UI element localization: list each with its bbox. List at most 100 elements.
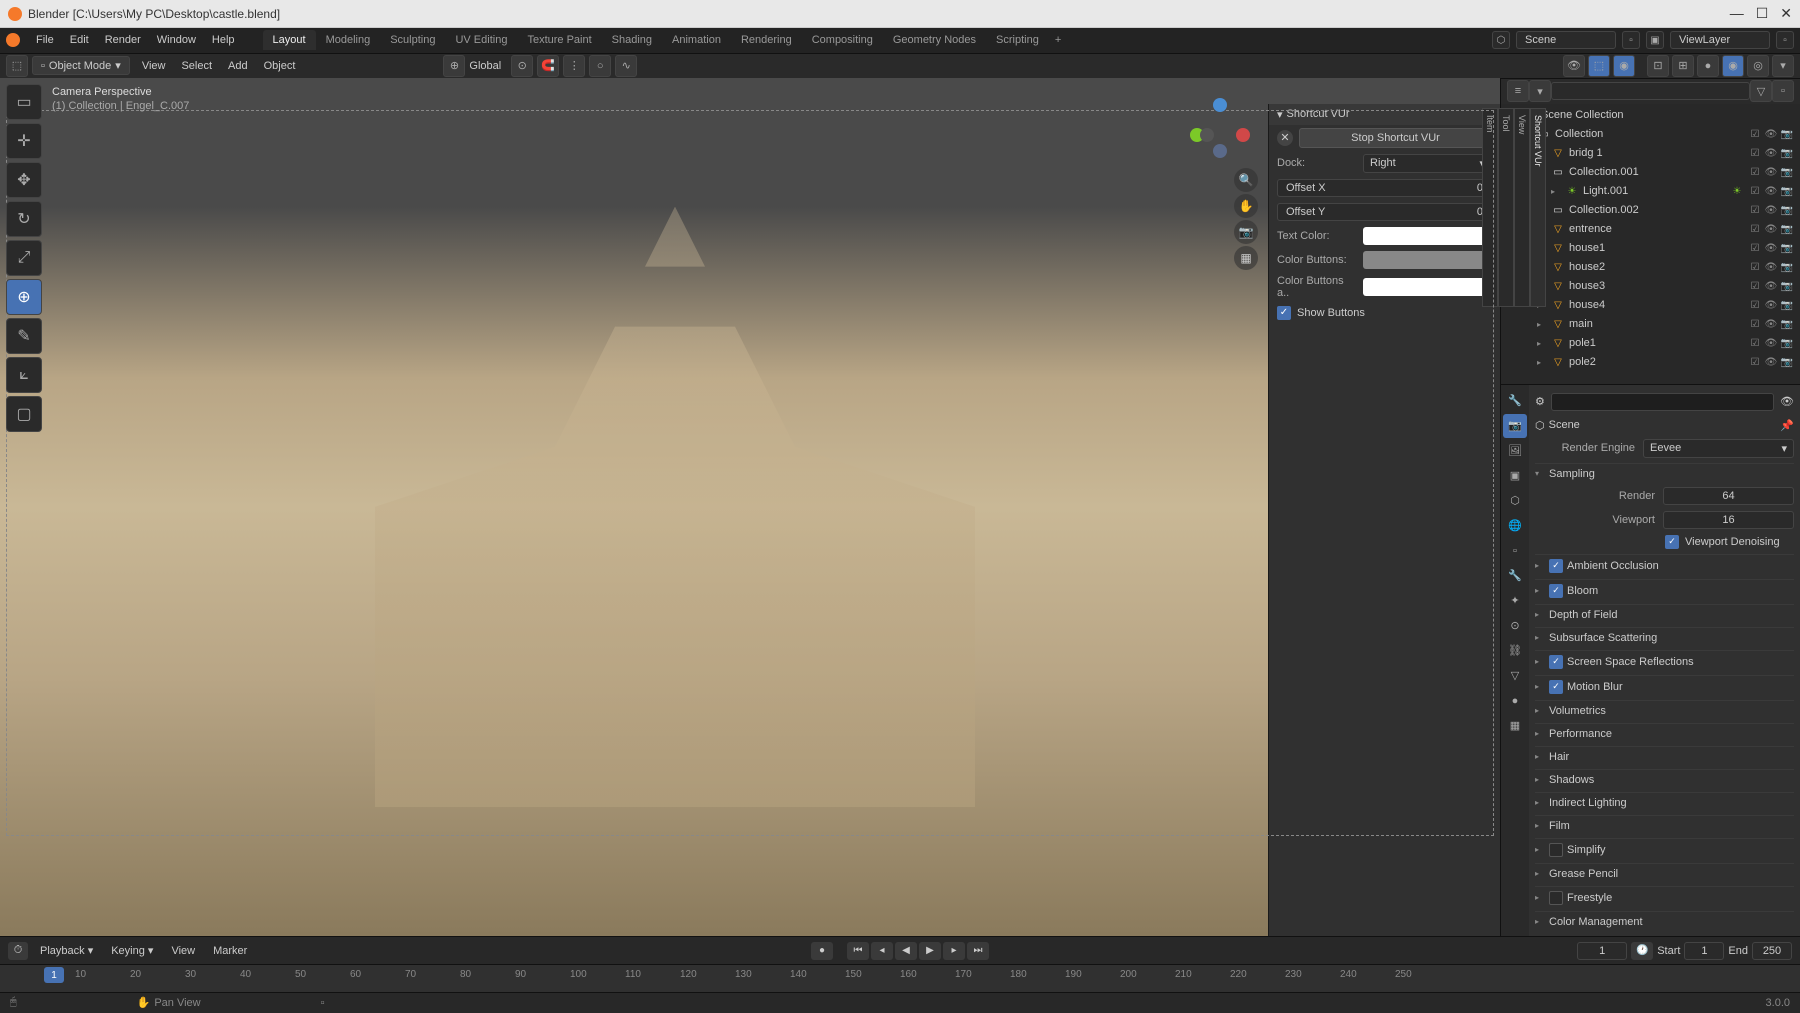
workspace-tab-shading[interactable]: Shading	[602, 30, 662, 50]
material-shading-icon[interactable]: ◉	[1722, 55, 1744, 77]
axis-gizmo[interactable]	[1190, 98, 1250, 158]
move-tool[interactable]: ✥	[6, 162, 42, 198]
end-frame-field[interactable]: 250	[1752, 942, 1792, 960]
hide-toggle[interactable]: 👁	[1764, 338, 1778, 349]
stop-shortcut-button[interactable]: Stop Shortcut VUr	[1299, 128, 1492, 148]
keying-menu[interactable]: Keying ▾	[105, 944, 159, 957]
workspace-tab-texture-paint[interactable]: Texture Paint	[517, 30, 601, 50]
scale-tool[interactable]: ⤢	[6, 240, 42, 276]
menu-select[interactable]: Select	[173, 60, 220, 72]
close-icon[interactable]: ✕	[1277, 130, 1293, 146]
disclosure-icon[interactable]: ▸	[1551, 187, 1561, 196]
xray-icon[interactable]: ⊡	[1647, 55, 1669, 77]
disable-toggle[interactable]: 📷	[1780, 205, 1794, 216]
playhead[interactable]: 1	[44, 967, 64, 983]
workspace-tab-layout[interactable]: Layout	[263, 30, 316, 50]
offset-x-field[interactable]: Offset X 0	[1277, 179, 1492, 197]
properties-search[interactable]	[1551, 393, 1774, 411]
hide-toggle[interactable]: 👁	[1764, 357, 1778, 368]
workspace-tab-rendering[interactable]: Rendering	[731, 30, 802, 50]
add-workspace-button[interactable]: +	[1049, 34, 1067, 46]
section-volumetrics[interactable]: ▸Volumetrics	[1535, 700, 1794, 721]
measure-tool[interactable]: ⟀	[6, 357, 42, 393]
disable-toggle[interactable]: 📷	[1780, 300, 1794, 311]
autokey-icon[interactable]: ●	[811, 942, 833, 960]
viewlayer-browse-icon[interactable]: ▣	[1646, 31, 1664, 49]
scene-name-field[interactable]: Scene	[1516, 31, 1616, 49]
viewport-denoising-checkbox[interactable]: ✓	[1665, 535, 1679, 549]
scene-new-icon[interactable]: ▫	[1622, 31, 1640, 49]
tool-tab-icon[interactable]: 🔧	[1503, 389, 1527, 413]
color-buttons-swatch[interactable]	[1363, 251, 1492, 269]
hide-toggle[interactable]: 👁	[1764, 167, 1778, 178]
menu-add[interactable]: Add	[220, 60, 256, 72]
section-freestyle[interactable]: ▸Freestyle	[1535, 886, 1794, 909]
keyframe-next-icon[interactable]: ▸	[943, 942, 965, 960]
disclosure-icon[interactable]: ▸	[1537, 339, 1547, 348]
disable-toggle[interactable]: 📷	[1780, 338, 1794, 349]
section-screen-space-reflections[interactable]: ▸✓Screen Space Reflections	[1535, 650, 1794, 673]
zoom-icon[interactable]: 🔍	[1234, 168, 1258, 192]
editor-type-icon[interactable]: ⬚	[6, 55, 28, 77]
exclude-toggle[interactable]: ☑	[1748, 186, 1762, 197]
pivot-icon[interactable]: ⊙	[511, 55, 533, 77]
tree-row[interactable]: ▸▽main☑👁📷	[1501, 315, 1800, 334]
offset-y-field[interactable]: Offset Y 0	[1277, 203, 1492, 221]
orientation-icon[interactable]: ⊕	[443, 55, 465, 77]
section-film[interactable]: ▸Film	[1535, 815, 1794, 836]
filter-icon[interactable]: ▽	[1750, 80, 1772, 102]
camera-icon[interactable]: 📷	[1234, 220, 1258, 244]
clock-icon[interactable]: 🕐	[1631, 942, 1653, 960]
output-tab-icon[interactable]: 🖼	[1503, 439, 1527, 463]
exclude-toggle[interactable]: ☑	[1748, 224, 1762, 235]
disable-toggle[interactable]: 📷	[1780, 129, 1794, 140]
disable-toggle[interactable]: 📷	[1780, 148, 1794, 159]
cursor-tool[interactable]: ✛	[6, 123, 42, 159]
disable-toggle[interactable]: 📷	[1780, 281, 1794, 292]
timeline-editor-icon[interactable]: ⏱	[8, 942, 28, 960]
workspace-tab-animation[interactable]: Animation	[662, 30, 731, 50]
keyframe-prev-icon[interactable]: ◂	[871, 942, 893, 960]
dock-dropdown[interactable]: Right ▾	[1363, 154, 1492, 173]
workspace-tab-geometry-nodes[interactable]: Geometry Nodes	[883, 30, 986, 50]
exclude-toggle[interactable]: ☑	[1748, 167, 1762, 178]
proportional-icon[interactable]: ○	[589, 55, 611, 77]
exclude-toggle[interactable]: ☑	[1748, 205, 1762, 216]
menu-help[interactable]: Help	[204, 34, 243, 46]
exclude-toggle[interactable]: ☑	[1748, 243, 1762, 254]
solid-shading-icon[interactable]: ●	[1697, 55, 1719, 77]
section-grease-pencil[interactable]: ▸Grease Pencil	[1535, 863, 1794, 884]
section-performance[interactable]: ▸Performance	[1535, 723, 1794, 744]
texture-tab-icon[interactable]: ▦	[1503, 714, 1527, 738]
play-reverse-icon[interactable]: ◀	[895, 942, 917, 960]
render-engine-dropdown[interactable]: Eevee▾	[1643, 439, 1794, 458]
disable-toggle[interactable]: 📷	[1780, 186, 1794, 197]
n-panel-tab-item[interactable]: Item	[1482, 108, 1498, 307]
disable-toggle[interactable]: 📷	[1780, 262, 1794, 273]
playback-menu[interactable]: Playback ▾	[34, 944, 99, 957]
scene-tab-icon[interactable]: ⬡	[1503, 489, 1527, 513]
section-bloom[interactable]: ▸✓Bloom	[1535, 579, 1794, 602]
gizmo-icon[interactable]: ⬚	[1588, 55, 1610, 77]
menu-object[interactable]: Object	[256, 60, 304, 72]
panel-header[interactable]: ▾ Shortcut VUr	[1269, 104, 1500, 125]
show-buttons-checkbox[interactable]: ✓	[1277, 306, 1291, 320]
disclosure-icon[interactable]: ▸	[1537, 358, 1547, 367]
viewport-samples-field[interactable]: 16	[1663, 511, 1794, 529]
breadcrumb[interactable]: ⬡ Scene 📌	[1535, 415, 1794, 436]
minimize-button[interactable]: —	[1730, 5, 1744, 22]
section-ambient-occlusion[interactable]: ▸✓Ambient Occlusion	[1535, 554, 1794, 577]
hide-toggle[interactable]: 👁	[1764, 129, 1778, 140]
options-icon[interactable]: ⚙	[1535, 395, 1545, 408]
render-tab-icon[interactable]: 📷	[1503, 414, 1527, 438]
jump-start-icon[interactable]: ⏮	[847, 942, 869, 960]
render-samples-field[interactable]: 64	[1663, 487, 1794, 505]
hide-toggle[interactable]: 👁	[1764, 262, 1778, 273]
scene-browse-icon[interactable]: ⬡	[1492, 31, 1510, 49]
object-tab-icon[interactable]: ▫	[1503, 539, 1527, 563]
hide-toggle[interactable]: 👁	[1764, 243, 1778, 254]
section-hair[interactable]: ▸Hair	[1535, 746, 1794, 767]
color-buttons-a-swatch[interactable]	[1363, 278, 1492, 296]
hide-toggle[interactable]: 👁	[1764, 224, 1778, 235]
n-panel-tab-shortcut-vur[interactable]: Shortcut VUr	[1530, 108, 1546, 307]
